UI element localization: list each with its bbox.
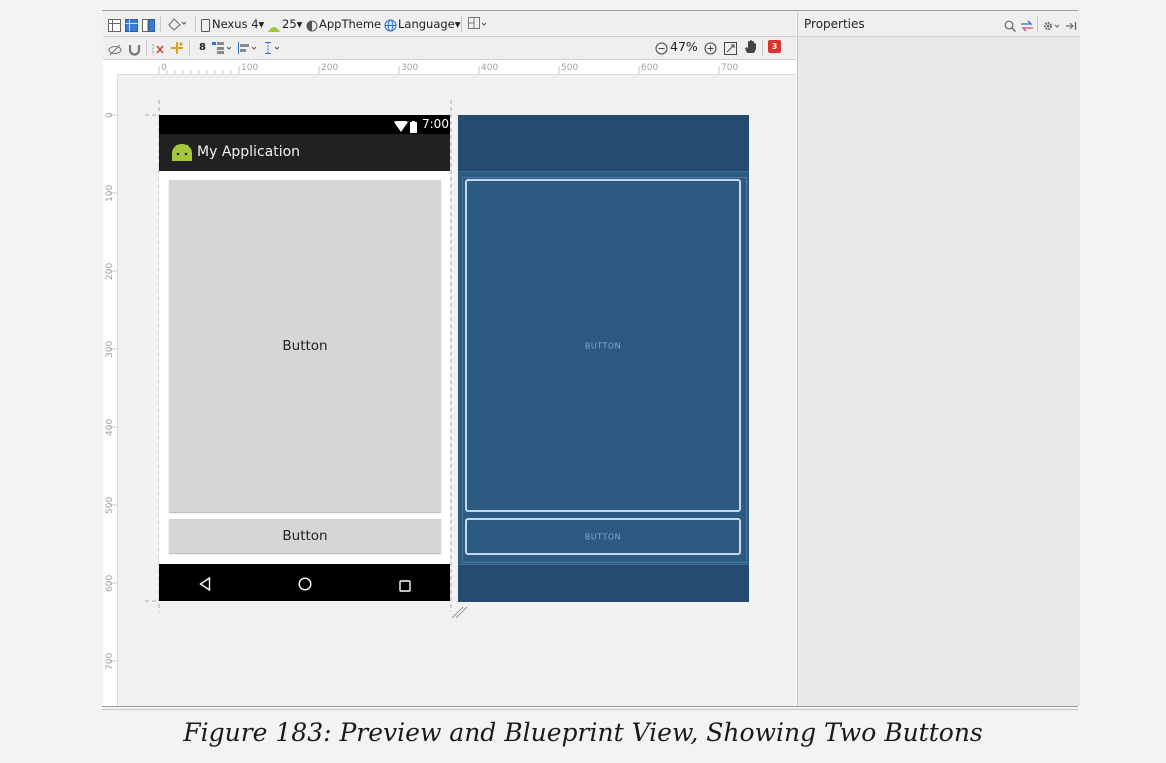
device-selector[interactable]: Nexus 4▾ [212,17,264,31]
ruler-label: 0 [161,63,167,73]
theme-icon [306,17,318,36]
status-bar: 7:00 [159,115,450,134]
app-bar: My Application [159,134,450,171]
app-title: My Application [197,144,301,160]
guideline-icon[interactable] [263,40,283,59]
pan-hand-icon[interactable] [744,39,757,58]
theme-selector[interactable]: AppTheme [319,17,381,31]
properties-panel: Properties [797,12,1080,706]
properties-header: Properties [798,12,1080,37]
frame-bottom-line-2 [102,709,1078,710]
figure-caption: Figure 183: Preview and Blueprint View, … [183,718,983,747]
zoom-level: 47% [670,39,698,54]
ruler-label: 500 [561,63,579,73]
constraint-toolbar: 8 47% 3 [103,37,796,60]
vertical-ruler: 0 100 200 300 400 500 600 700 [103,74,118,706]
ruler-label: 400 [105,418,115,436]
ruler-label: 600 [105,574,115,592]
infer-constraints-icon[interactable] [170,40,184,59]
ruler-label: 200 [321,63,339,73]
zoom-out-icon[interactable] [655,40,668,59]
android-logo-icon [171,142,193,166]
ruler-label: 0 [105,112,115,118]
api-level-selector[interactable]: 25▾ [282,17,302,31]
search-icon[interactable] [1004,17,1016,36]
frame-top-line [102,10,1078,11]
android-api-icon [267,18,281,37]
eye-hide-icon[interactable] [108,41,122,60]
blueprint-app-bar [458,115,749,172]
ruler-label: 300 [401,63,419,73]
pack-icon[interactable] [211,40,233,59]
ruler-label: 100 [105,184,115,202]
status-time: 7:00 [422,117,449,131]
blueprint-button-label: BUTTON [584,341,622,350]
ruler-label: 100 [241,63,259,73]
button-preview-bottom[interactable]: Button [169,519,441,553]
settings-gear-icon[interactable] [1042,17,1062,36]
button-label: Button [282,338,328,354]
horizontal-ruler: 0 100 200 300 400 500 600 700 [103,60,796,75]
blueprint-button-top[interactable]: BUTTON [465,179,741,512]
zoom-fit-icon[interactable] [724,40,737,59]
navigation-bar [159,564,450,601]
magnet-icon[interactable] [128,41,141,60]
error-count: 3 [771,42,778,51]
layout-toolbar: Nexus 4▾ 25▾ AppTheme Language▾ [103,12,796,37]
zoom-in-icon[interactable] [704,40,717,59]
ruler-label: 700 [721,63,739,73]
globe-icon [384,17,397,36]
ruler-label: 200 [105,262,115,280]
ruler-label: 600 [641,63,659,73]
device-preview[interactable]: 7:00 My Application Button Button [159,115,450,601]
pin-icon[interactable] [1065,17,1077,36]
error-badge[interactable]: 3 [768,40,781,53]
blueprint-button-bottom[interactable]: BUTTON [465,518,741,555]
recents-icon[interactable] [399,577,411,596]
button-label: Button [282,528,328,544]
orientation-icon[interactable] [166,16,187,35]
device-icon [201,17,210,36]
blueprint-nav-bar [458,564,749,602]
language-selector[interactable]: Language▾ [398,17,461,31]
frame-bottom-line [102,706,1078,707]
ruler-label: 300 [105,340,115,358]
ruler-label: 400 [481,63,499,73]
layout-variants-icon[interactable] [467,16,489,35]
swap-icon[interactable] [1020,17,1034,36]
ruler-label: 700 [105,652,115,670]
clear-constraints-icon[interactable] [151,41,167,60]
home-icon[interactable] [298,576,312,595]
both-views-icon[interactable] [142,17,155,36]
blueprint-button-label: BUTTON [584,532,622,541]
back-icon[interactable] [199,576,211,595]
ruler-label: 500 [105,496,115,514]
button-preview-top[interactable]: Button [169,180,441,512]
align-icon[interactable] [237,40,259,59]
blueprint-view[interactable]: BUTTON BUTTON [458,115,749,602]
properties-title: Properties [804,17,865,31]
layout-count-badge[interactable]: 8 [199,41,206,55]
design-view-icon[interactable] [108,17,121,36]
blueprint-view-icon[interactable] [125,17,138,36]
